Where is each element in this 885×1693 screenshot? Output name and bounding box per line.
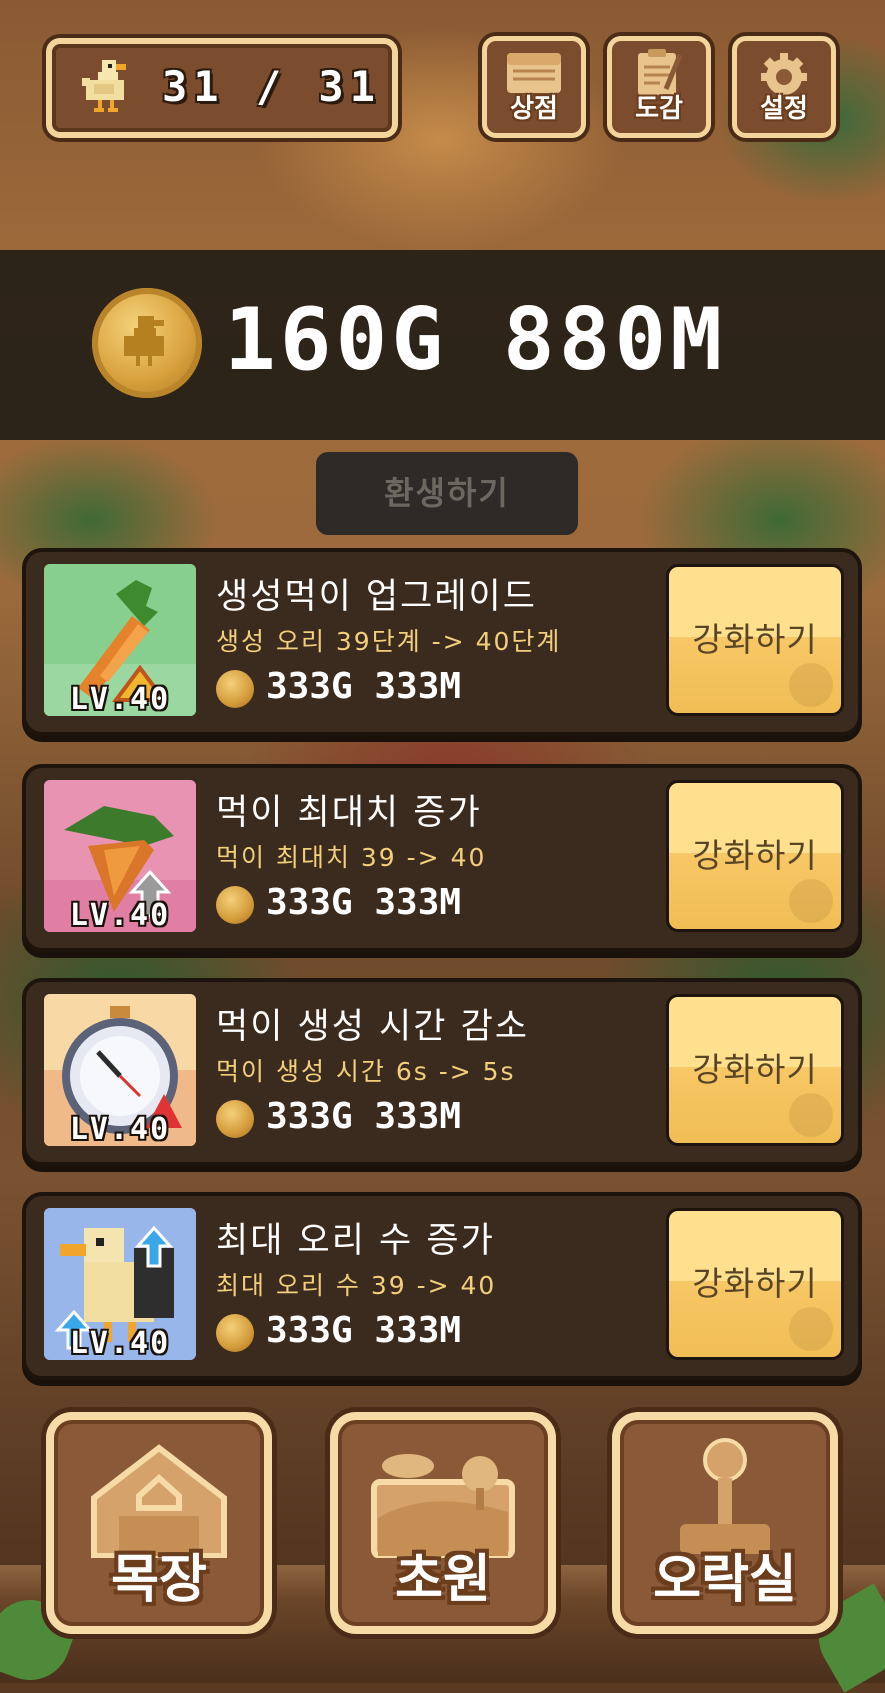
- upgrade-cost-value: 333G 333M: [266, 666, 462, 707]
- upgrade-title: 먹이 생성 시간 감소: [216, 1007, 529, 1047]
- nav-meadow-button[interactable]: 초원: [330, 1412, 556, 1634]
- upgrade-level: LV.40: [69, 682, 171, 717]
- upgrade-description: 먹이 최대치 39 -> 40: [216, 843, 487, 872]
- enhance-button[interactable]: 강화하기: [666, 1208, 844, 1360]
- upgrade-level: LV.40: [69, 1326, 171, 1361]
- enhance-button[interactable]: 강화하기: [666, 780, 844, 932]
- upgrade-card-feed-max: LV.40 먹이 최대치 증가 먹이 최대치 39 -> 40 333G 333…: [22, 764, 862, 952]
- upgrade-cost-value: 333G 333M: [266, 1310, 462, 1351]
- duck-count: 31 / 31: [162, 62, 382, 111]
- coin-icon: [216, 886, 254, 924]
- upgrade-title: 먹이 최대치 증가: [216, 793, 482, 833]
- gold-amount: 160G 880M: [224, 290, 726, 390]
- encyclopedia-button[interactable]: 도감: [607, 36, 711, 138]
- coin-icon: [216, 670, 254, 708]
- coin-icon: [216, 1100, 254, 1138]
- upgrade-title: 최대 오리 수 증가: [216, 1221, 495, 1261]
- upgrade-card-feed-level: LV.40 생성먹이 업그레이드 생성 오리 39단계 -> 40단계 333G…: [22, 548, 862, 736]
- upgrade-level: LV.40: [69, 1112, 171, 1147]
- shop-button[interactable]: 상점: [482, 36, 586, 138]
- duck-coin-icon: [92, 288, 202, 398]
- nav-ranch-label: 목장: [111, 1550, 207, 1610]
- upgrade-description: 먹이 생성 시간 6s -> 5s: [216, 1057, 516, 1086]
- enhance-button[interactable]: 강화하기: [666, 994, 844, 1146]
- upgrade-card-max-ducks: LV.40 최대 오리 수 증가 최대 오리 수 39 -> 40 333G 3…: [22, 1192, 862, 1380]
- encyclopedia-label: 도감: [635, 94, 683, 124]
- coin-icon: [216, 1314, 254, 1352]
- enhance-button-label: 강화하기: [692, 1264, 818, 1303]
- settings-button[interactable]: 설정: [732, 36, 836, 138]
- upgrade-card-feed-time: LV.40 먹이 생성 시간 감소 먹이 생성 시간 6s -> 5s 333G…: [22, 978, 862, 1166]
- duck-icon: [82, 60, 126, 112]
- upgrade-level: LV.40: [69, 898, 171, 933]
- nav-meadow-label: 초원: [395, 1550, 491, 1610]
- duck-watermark-icon: [789, 663, 833, 707]
- upgrade-title: 생성먹이 업그레이드: [216, 577, 537, 617]
- duck-watermark-icon: [789, 1307, 833, 1351]
- nav-arcade-button[interactable]: 오락실: [612, 1412, 838, 1634]
- duck-watermark-icon: [789, 879, 833, 923]
- rebirth-button[interactable]: 환생하기: [316, 452, 578, 535]
- enhance-button-label: 강화하기: [692, 836, 818, 875]
- nav-ranch-button[interactable]: 목장: [46, 1412, 272, 1634]
- enhance-button[interactable]: 강화하기: [666, 564, 844, 716]
- duck-counter: 31 / 31: [46, 38, 398, 138]
- duck-watermark-icon: [789, 1093, 833, 1137]
- settings-label: 설정: [760, 94, 808, 124]
- nav-arcade-label: 오락실: [653, 1550, 797, 1610]
- enhance-button-label: 강화하기: [692, 620, 818, 659]
- upgrade-description: 생성 오리 39단계 -> 40단계: [216, 627, 562, 656]
- shop-label: 상점: [510, 94, 558, 124]
- upgrade-cost-value: 333G 333M: [266, 1096, 462, 1137]
- upgrade-cost-value: 333G 333M: [266, 882, 462, 923]
- enhance-button-label: 강화하기: [692, 1050, 818, 1089]
- upgrade-description: 최대 오리 수 39 -> 40: [216, 1271, 497, 1300]
